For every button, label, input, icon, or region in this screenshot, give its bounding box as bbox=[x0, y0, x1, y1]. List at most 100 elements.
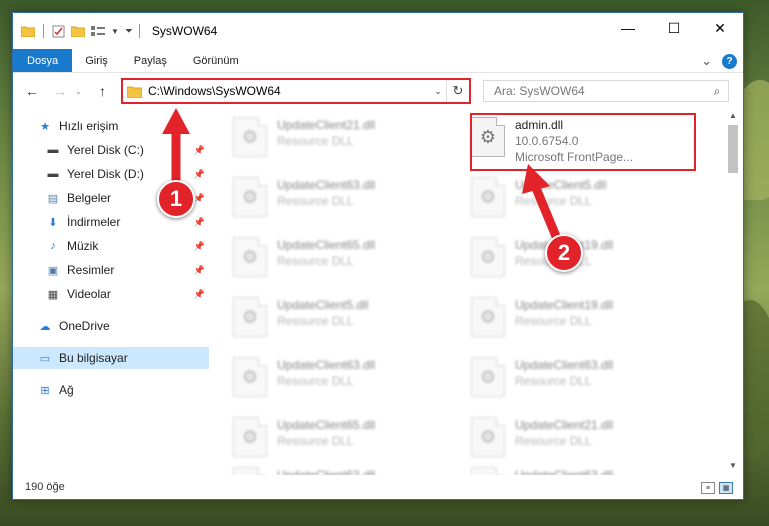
file-tile[interactable]: ⚙ UpdateClient19.dll Resource DLL bbox=[451, 293, 671, 345]
divider bbox=[43, 24, 44, 38]
file-name: UpdateClient63.dll bbox=[277, 468, 376, 475]
sidebar-item-videos[interactable]: ▦ Videolar 📌 bbox=[13, 283, 209, 305]
close-button[interactable]: ✕ bbox=[697, 13, 743, 43]
maximize-button[interactable]: ☐ bbox=[651, 13, 697, 43]
file-tile[interactable]: ⚙ UpdateClient5.dll Resource DLL bbox=[213, 293, 433, 345]
new-folder-icon[interactable] bbox=[71, 25, 85, 37]
file-tile[interactable]: ⚙ UpdateClient63.dllResource DLL bbox=[451, 463, 671, 475]
recent-locations-icon[interactable]: ⌄ bbox=[75, 87, 82, 96]
file-name: UpdateClient5.dll bbox=[277, 298, 369, 312]
details-view-icon[interactable]: ≡ bbox=[701, 482, 715, 494]
search-icon[interactable]: ⌕ bbox=[706, 84, 728, 99]
dll-file-icon: ⚙ bbox=[233, 467, 267, 475]
file-type: Resource DLL bbox=[277, 374, 354, 388]
file-type: Resource DLL bbox=[515, 314, 592, 328]
chevron-down-icon[interactable]: ⌄ bbox=[430, 86, 446, 97]
expand-ribbon-icon[interactable]: ⌄ bbox=[701, 53, 712, 69]
window-title: SysWOW64 bbox=[151, 24, 218, 38]
ribbon-tabs: Dosya Giriş Paylaş Görünüm ⌄ ? bbox=[13, 49, 743, 73]
file-tile[interactable]: ⚙ UpdateClient65.dll Resource DLL bbox=[213, 233, 433, 285]
pin-icon[interactable]: 📌 bbox=[194, 169, 205, 180]
divider bbox=[138, 24, 140, 38]
tab-file[interactable]: Dosya bbox=[13, 49, 73, 72]
file-type: Resource DLL bbox=[515, 194, 592, 208]
tiles-view-icon[interactable]: ▦ bbox=[719, 482, 733, 494]
pin-icon[interactable]: 📌 bbox=[194, 217, 205, 228]
file-name: UpdateClient63.dll bbox=[515, 358, 614, 372]
tab-view[interactable]: Görünüm bbox=[180, 49, 252, 72]
search-placeholder: Ara: SysWOW64 bbox=[494, 84, 585, 98]
videos-icon: ▦ bbox=[47, 288, 59, 301]
refresh-icon[interactable]: ↻ bbox=[447, 83, 469, 99]
dll-file-icon: ⚙ bbox=[233, 117, 267, 157]
file-tile[interactable]: ⚙ UpdateClient21.dll Resource DLL bbox=[451, 413, 671, 465]
file-type: Resource DLL bbox=[515, 374, 592, 388]
file-type: Resource DLL bbox=[277, 434, 354, 448]
sidebar-item-quick-access[interactable]: ★ Hızlı erişim bbox=[13, 115, 209, 137]
network-icon: ⊞ bbox=[40, 384, 50, 397]
help-icon[interactable]: ? bbox=[722, 53, 737, 69]
star-icon: ★ bbox=[40, 120, 50, 133]
dll-file-icon: ⚙ bbox=[471, 237, 505, 277]
step-badge-2: 2 bbox=[545, 234, 583, 272]
sidebar-item-music[interactable]: ♪ Müzik 📌 bbox=[13, 235, 209, 257]
folder-icon[interactable] bbox=[21, 25, 35, 37]
minimize-button[interactable]: — bbox=[605, 13, 651, 43]
file-tile[interactable]: ⚙ UpdateClient63.dllResource DLL bbox=[213, 173, 433, 225]
computer-icon: ▭ bbox=[39, 352, 51, 365]
pictures-icon: ▣ bbox=[47, 264, 59, 277]
address-path[interactable]: C:\Windows\SysWOW64 ⌄ bbox=[123, 80, 447, 102]
file-tile[interactable]: ⚙ UpdateClient63.dllResource DLL bbox=[451, 353, 671, 405]
sidebar-item-pictures[interactable]: ▣ Resimler 📌 bbox=[13, 259, 209, 281]
pin-icon[interactable]: 📌 bbox=[194, 193, 205, 204]
sidebar-item-label: Yerel Disk (C:) bbox=[67, 143, 144, 157]
address-bar[interactable]: C:\Windows\SysWOW64 ⌄ ↻ bbox=[121, 78, 471, 104]
search-input[interactable]: Ara: SysWOW64 ⌕ bbox=[483, 80, 729, 102]
status-bar: 190 öğe ≡ ▦ bbox=[13, 475, 743, 499]
forward-arrow-icon[interactable]: → bbox=[53, 83, 67, 99]
tab-share[interactable]: Paylaş bbox=[121, 49, 180, 72]
sidebar-item-onedrive[interactable]: ☁ OneDrive bbox=[13, 315, 209, 337]
file-tile[interactable]: ⚙ UpdateClient65.dll Resource DLL bbox=[213, 413, 433, 465]
file-tile[interactable]: ⚙ UpdateClient63.dllResource DLL bbox=[213, 353, 433, 405]
pin-icon[interactable]: 📌 bbox=[194, 265, 205, 276]
music-icon: ♪ bbox=[50, 240, 56, 252]
sidebar-item-network[interactable]: ⊞ Ağ bbox=[13, 379, 209, 401]
file-type: Resource DLL bbox=[277, 194, 354, 208]
sidebar-item-disk-c[interactable]: ▬ Yerel Disk (C:) 📌 bbox=[13, 139, 209, 161]
view-options-icon[interactable] bbox=[91, 25, 105, 37]
address-text[interactable]: C:\Windows\SysWOW64 bbox=[148, 84, 430, 98]
file-tile[interactable]: ⚙ UpdateClient5.dll Resource DLL bbox=[451, 173, 671, 225]
file-tile[interactable]: ⚙ UpdateClient63.dllResource DLL bbox=[213, 463, 433, 475]
file-name: UpdateClient63.dll bbox=[277, 178, 376, 192]
file-type: Resource DLL bbox=[277, 314, 354, 328]
sidebar-item-label: Müzik bbox=[67, 239, 99, 253]
chevron-down-icon[interactable]: ▼ bbox=[111, 27, 119, 36]
title-bar: ▼ ⏷ SysWOW64 — ☐ ✕ bbox=[13, 13, 743, 49]
file-name: UpdateClient21.dll bbox=[277, 118, 376, 132]
dll-file-icon: ⚙ bbox=[471, 467, 505, 475]
pin-icon[interactable]: 📌 bbox=[194, 145, 205, 156]
pin-icon[interactable]: 📌 bbox=[194, 241, 205, 252]
scroll-down-icon[interactable]: ▼ bbox=[726, 461, 740, 475]
dll-file-icon: ⚙ bbox=[471, 417, 505, 457]
dll-file-icon: ⚙ bbox=[233, 237, 267, 277]
file-name: UpdateClient5.dll bbox=[515, 178, 607, 192]
dll-file-icon: ⚙ bbox=[233, 297, 267, 337]
quick-access-toolbar: ▼ ⏷ bbox=[21, 24, 133, 38]
scroll-thumb[interactable] bbox=[728, 125, 738, 173]
cloud-icon: ☁ bbox=[39, 320, 51, 333]
scroll-up-icon[interactable]: ▲ bbox=[726, 111, 740, 125]
file-name: UpdateClient21.dll bbox=[515, 418, 614, 432]
step-badge-1: 1 bbox=[157, 180, 195, 218]
vertical-scrollbar[interactable]: ▲ ▼ bbox=[726, 111, 740, 475]
back-arrow-icon[interactable]: ← bbox=[25, 83, 39, 99]
file-tile[interactable]: ⚙ UpdateClient21.dll Resource DLL bbox=[213, 113, 433, 165]
sidebar-item-this-pc[interactable]: ▭ Bu bilgisayar bbox=[13, 347, 209, 369]
file-type: Resource DLL bbox=[515, 434, 592, 448]
customize-toolbar-icon[interactable]: ⏷ bbox=[125, 26, 133, 37]
pin-icon[interactable]: 📌 bbox=[194, 289, 205, 300]
tab-home[interactable]: Giriş bbox=[72, 49, 121, 72]
properties-icon[interactable] bbox=[52, 25, 65, 38]
up-arrow-icon[interactable]: ↑ bbox=[99, 83, 106, 99]
